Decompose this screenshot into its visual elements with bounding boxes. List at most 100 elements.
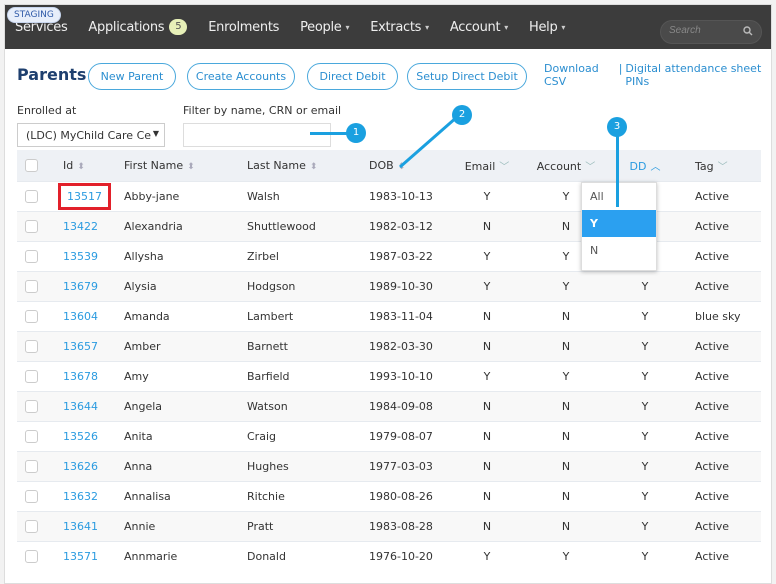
row-select-cell <box>17 511 53 541</box>
cell-first-name: Angela <box>124 399 163 413</box>
cell-tag: Active <box>695 459 730 473</box>
chevron-down-icon: ﹀ <box>717 161 728 173</box>
table-row[interactable]: 13657 Amber Barnett 1982-03-30 N N Y Active <box>17 331 761 361</box>
cell-email: N <box>482 339 492 353</box>
cell-last-name: Walsh <box>247 189 280 203</box>
nav-enrolments[interactable]: Enrolments <box>208 19 279 35</box>
select-all-checkbox[interactable] <box>25 159 38 172</box>
row-checkbox[interactable] <box>25 399 38 413</box>
table-row[interactable]: 13641 Annie Pratt 1983-08-28 N N Y Active <box>17 511 761 541</box>
cell-email: Y <box>483 549 491 563</box>
dd-option-n[interactable]: N <box>582 237 656 264</box>
attendance-pins-link[interactable]: Digital attendance sheet PINs <box>625 62 771 88</box>
table-row[interactable]: 13678 Amy Barfield 1993-10-10 Y Y Y Active <box>17 361 761 391</box>
row-checkbox[interactable] <box>25 249 38 263</box>
cell-email: Y <box>483 369 491 383</box>
parent-id-link[interactable]: 13422 <box>63 220 98 233</box>
cell-dob: 1983-10-13 <box>369 189 433 203</box>
global-search <box>660 20 762 44</box>
parent-id-link[interactable]: 13678 <box>63 370 98 383</box>
cell-dd: Y <box>641 309 649 323</box>
nav-account[interactable]: Account ▾ <box>450 19 508 35</box>
cell-first-name: Alexandria <box>124 219 183 233</box>
row-checkbox[interactable] <box>25 519 38 533</box>
parent-id-link[interactable]: 13539 <box>63 250 98 263</box>
cell-first-name: Abby-jane <box>124 189 180 203</box>
parent-id-link[interactable]: 13626 <box>63 460 98 473</box>
dd-option-all[interactable]: All <box>582 183 656 210</box>
row-checkbox[interactable] <box>25 339 38 353</box>
direct-debit-button[interactable]: Direct Debit <box>307 63 398 90</box>
cell-id: 13644 <box>53 391 114 421</box>
create-accounts-button[interactable]: Create Accounts <box>187 63 295 90</box>
dd-option-y[interactable]: Y <box>582 210 656 237</box>
download-csv-link[interactable]: Download CSV <box>544 62 616 88</box>
nav-applications-label: Applications <box>88 19 165 35</box>
table-row[interactable]: 13626 Anna Hughes 1977-03-03 N N Y Active <box>17 451 761 481</box>
cell-first-name: Annalisa <box>124 489 171 503</box>
setup-direct-debit-button[interactable]: Setup Direct Debit <box>407 63 527 90</box>
row-checkbox[interactable] <box>25 309 38 323</box>
search-input[interactable] <box>669 25 739 36</box>
cell-first-name: Annmarie <box>124 549 178 563</box>
row-checkbox[interactable] <box>25 550 38 563</box>
new-parent-button[interactable]: New Parent <box>88 63 176 90</box>
row-checkbox[interactable] <box>25 369 38 383</box>
col-id-label: Id <box>63 158 74 172</box>
col-id[interactable]: Id ⬍ <box>53 150 114 181</box>
parent-id-link[interactable]: 13632 <box>63 490 98 503</box>
search-icon[interactable] <box>743 26 753 36</box>
cell-first-name: Amber <box>124 339 161 353</box>
chevron-down-icon: ﹀ <box>499 161 510 173</box>
parent-id-link[interactable]: 13657 <box>63 340 98 353</box>
table-row[interactable]: 13571 Annmarie Donald 1976-10-20 Y Y Y Active <box>17 541 761 571</box>
parent-id-link[interactable]: 13679 <box>63 280 98 293</box>
cell-id: 13526 <box>53 421 114 451</box>
row-checkbox[interactable] <box>25 489 38 503</box>
parent-id-link[interactable]: 13517 <box>58 182 111 210</box>
parent-id-link[interactable]: 13526 <box>63 430 98 443</box>
enrolled-at-value: (LDC) MyChild Care Ce <box>26 128 152 142</box>
parent-id-link[interactable]: 13641 <box>63 520 98 533</box>
parent-id-link[interactable]: 13604 <box>63 310 98 323</box>
row-checkbox[interactable] <box>25 429 38 443</box>
row-select-cell <box>17 241 53 271</box>
caret-down-icon: ▾ <box>561 22 566 32</box>
nav-help[interactable]: Help ▾ <box>529 19 565 35</box>
link-separator: | <box>618 62 623 75</box>
table-row[interactable]: 13632 Annalisa Ritchie 1980-08-26 N N Y Active <box>17 481 761 511</box>
sort-icon: ⬍ <box>77 161 85 172</box>
cell-tag: Active <box>695 339 730 353</box>
cell-last-name: Lambert <box>247 309 294 323</box>
col-tag[interactable]: Tag ﹀ <box>685 150 761 181</box>
col-last-name[interactable]: Last Name ⬍ <box>237 150 359 181</box>
col-dob-label: DOB <box>369 158 394 172</box>
chevron-down-icon: ﹀ <box>585 161 596 173</box>
enrolled-at-select[interactable]: (LDC) MyChild Care Ce ▼ <box>17 123 165 147</box>
row-checkbox[interactable] <box>25 459 38 473</box>
cell-dob: 1984-09-08 <box>369 399 433 413</box>
col-first-name[interactable]: First Name ⬍ <box>114 150 237 181</box>
parent-id-link[interactable]: 13571 <box>63 550 98 563</box>
nav-people[interactable]: People ▾ <box>300 19 349 35</box>
cell-last-name: Pratt <box>247 519 274 533</box>
col-email-label: Email <box>464 159 496 173</box>
parent-id-link[interactable]: 13644 <box>63 400 98 413</box>
filter-input[interactable] <box>183 123 331 147</box>
row-checkbox[interactable] <box>25 219 38 233</box>
row-checkbox[interactable] <box>25 279 38 293</box>
table-row[interactable]: 13526 Anita Craig 1979-08-07 N N Y Active <box>17 421 761 451</box>
nav-extracts[interactable]: Extracts ▾ <box>370 19 429 35</box>
nav-applications[interactable]: Applications 5 <box>88 19 188 35</box>
row-checkbox[interactable] <box>25 189 38 203</box>
page-title: Parents <box>17 65 87 84</box>
sort-icon: ⬍ <box>309 161 318 172</box>
col-account[interactable]: Account ﹀ <box>527 150 605 181</box>
row-select-cell <box>17 331 53 361</box>
annotation-3-line <box>616 135 619 207</box>
table-row[interactable]: 13644 Angela Watson 1984-09-08 N N Y Active <box>17 391 761 421</box>
table-row[interactable]: 13679 Alysia Hodgson 1989-10-30 Y Y Y Active <box>17 271 761 301</box>
cell-dob: 1987-03-22 <box>369 249 433 263</box>
table-row[interactable]: 13604 Amanda Lambert 1983-11-04 N N Yblue sky <box>17 301 761 331</box>
dd-filter-dropdown: All Y N <box>581 182 657 271</box>
